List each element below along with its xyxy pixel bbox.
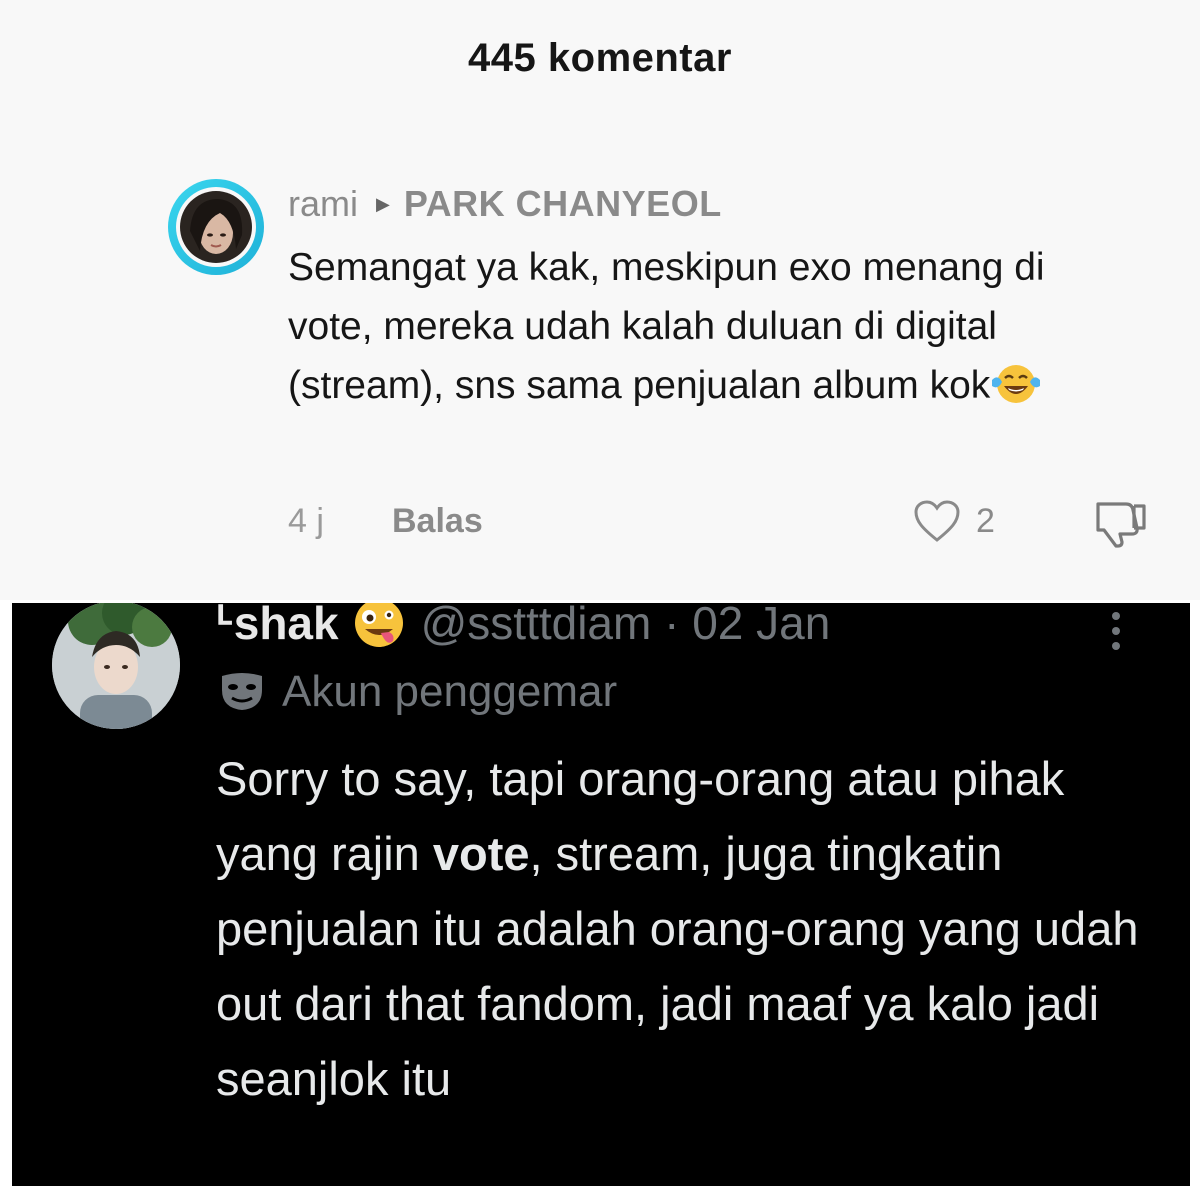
tiktok-comments-panel: 445 komentar rami ▶ PARK CHANYEOL Semang… xyxy=(0,0,1200,600)
more-options-icon[interactable] xyxy=(1108,609,1124,658)
handle-and-date[interactable]: @sstttdiam · 02 Jan xyxy=(421,603,831,650)
avatar-photo xyxy=(52,603,180,729)
reply-button[interactable]: Balas xyxy=(392,502,483,541)
zany-face-emoji-icon xyxy=(351,603,407,651)
display-name[interactable]: ᒻshak xyxy=(216,603,339,650)
dislike-button[interactable] xyxy=(1090,498,1150,553)
account-label[interactable]: Akun penggemar xyxy=(218,667,617,717)
comment-text-content: Semangat ya kak, meskipun exo menang di … xyxy=(288,246,1045,407)
twitter-post-panel: ᒻshak @sstttdiam · 02 Jan Akun penggemar xyxy=(12,603,1190,1186)
like-count: 2 xyxy=(976,501,995,540)
comment-count-title: 445 komentar xyxy=(468,36,732,80)
post-header: ᒻshak @sstttdiam · 02 Jan xyxy=(216,603,830,649)
comment-footer: 4 j Balas 2 xyxy=(0,498,1200,548)
mask-icon xyxy=(222,673,262,710)
reply-arrow-icon: ▶ xyxy=(376,193,390,214)
commenter-name[interactable]: rami xyxy=(288,183,358,225)
comment-text: Semangat ya kak, meskipun exo menang di … xyxy=(288,238,1108,415)
reply-to-name[interactable]: PARK CHANYEOL xyxy=(404,183,722,225)
account-label-text: Akun penggemar xyxy=(282,667,618,716)
bottom-edge xyxy=(0,1188,1200,1200)
tears-of-joy-emoji-icon xyxy=(990,362,1042,406)
like-button[interactable]: 2 xyxy=(912,498,995,544)
commenter-avatar[interactable] xyxy=(168,179,264,275)
thumbs-down-icon xyxy=(1096,502,1146,548)
heart-icon xyxy=(914,500,960,542)
comment-time: 4 j xyxy=(288,502,324,540)
post-text: Sorry to say, tapi orang-orang atau piha… xyxy=(216,741,1176,1116)
comment-header: rami ▶ PARK CHANYEOL xyxy=(288,182,722,226)
post-text-bold: vote xyxy=(432,827,530,880)
avatar-photo xyxy=(180,191,252,263)
poster-avatar[interactable] xyxy=(52,603,180,729)
